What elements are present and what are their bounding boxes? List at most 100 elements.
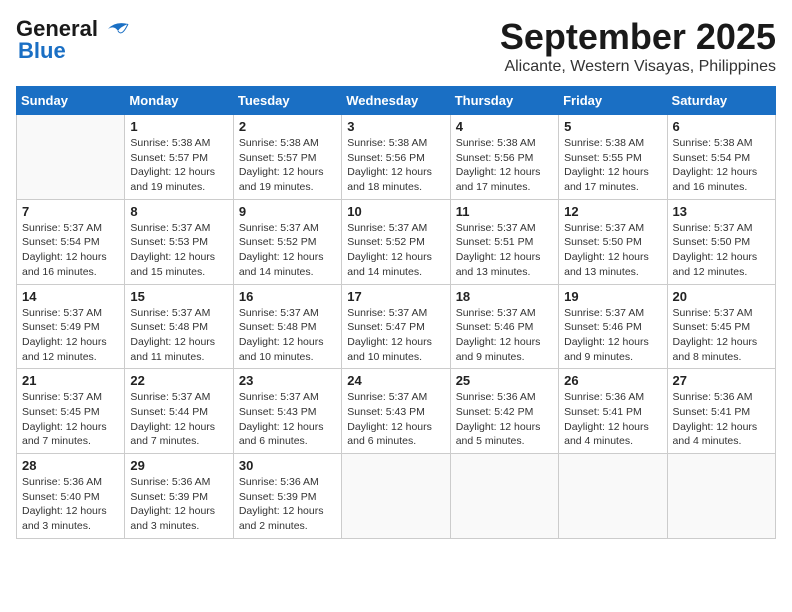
day-header-tuesday: Tuesday [233, 87, 341, 115]
day-info: Sunrise: 5:38 AM Sunset: 5:57 PM Dayligh… [239, 136, 336, 195]
calendar-cell: 2 Sunrise: 5:38 AM Sunset: 5:57 PM Daylig… [233, 115, 341, 200]
day-info: Sunrise: 5:38 AM Sunset: 5:55 PM Dayligh… [564, 136, 661, 195]
calendar-header-row: SundayMondayTuesdayWednesdayThursdayFrid… [17, 87, 776, 115]
calendar-cell [17, 115, 125, 200]
calendar-cell [450, 454, 558, 539]
header: General Blue September 2025 Alicante, We… [16, 16, 776, 76]
day-info: Sunrise: 5:37 AM Sunset: 5:43 PM Dayligh… [347, 390, 444, 449]
day-info: Sunrise: 5:37 AM Sunset: 5:53 PM Dayligh… [130, 221, 227, 280]
day-number: 29 [130, 458, 227, 473]
day-number: 10 [347, 204, 444, 219]
day-header-wednesday: Wednesday [342, 87, 450, 115]
day-info: Sunrise: 5:37 AM Sunset: 5:48 PM Dayligh… [130, 306, 227, 365]
day-info: Sunrise: 5:36 AM Sunset: 5:39 PM Dayligh… [239, 475, 336, 534]
calendar-cell: 1 Sunrise: 5:38 AM Sunset: 5:57 PM Daylig… [125, 115, 233, 200]
day-number: 30 [239, 458, 336, 473]
calendar-cell: 16Sunrise: 5:37 AM Sunset: 5:48 PM Dayli… [233, 284, 341, 369]
calendar-cell: 13 Sunrise: 5:37 AM Sunset: 5:50 PM Dayli… [667, 199, 775, 284]
calendar-cell: 8 Sunrise: 5:37 AM Sunset: 5:53 PM Daylig… [125, 199, 233, 284]
day-info: Sunrise: 5:36 AM Sunset: 5:41 PM Dayligh… [564, 390, 661, 449]
logo-bird-icon [100, 19, 130, 39]
day-number: 1 [130, 119, 227, 134]
calendar-cell [559, 454, 667, 539]
day-number: 2 [239, 119, 336, 134]
logo-blue-text: Blue [16, 38, 66, 64]
day-number: 9 [239, 204, 336, 219]
day-header-sunday: Sunday [17, 87, 125, 115]
day-info: Sunrise: 5:37 AM Sunset: 5:48 PM Dayligh… [239, 306, 336, 365]
day-number: 8 [130, 204, 227, 219]
day-number: 12 [564, 204, 661, 219]
day-header-monday: Monday [125, 87, 233, 115]
day-info: Sunrise: 5:37 AM Sunset: 5:45 PM Dayligh… [673, 306, 770, 365]
calendar-cell: 3Sunrise: 5:38 AM Sunset: 5:56 PM Daylig… [342, 115, 450, 200]
calendar-cell [667, 454, 775, 539]
day-info: Sunrise: 5:37 AM Sunset: 5:50 PM Dayligh… [673, 221, 770, 280]
day-info: Sunrise: 5:36 AM Sunset: 5:42 PM Dayligh… [456, 390, 553, 449]
day-number: 4 [456, 119, 553, 134]
day-number: 19 [564, 289, 661, 304]
day-info: Sunrise: 5:36 AM Sunset: 5:41 PM Dayligh… [673, 390, 770, 449]
day-number: 17 [347, 289, 444, 304]
day-header-thursday: Thursday [450, 87, 558, 115]
calendar-cell: 17Sunrise: 5:37 AM Sunset: 5:47 PM Dayli… [342, 284, 450, 369]
day-header-friday: Friday [559, 87, 667, 115]
day-number: 23 [239, 373, 336, 388]
calendar-cell: 6 Sunrise: 5:38 AM Sunset: 5:54 PM Daylig… [667, 115, 775, 200]
calendar-cell [342, 454, 450, 539]
day-number: 27 [673, 373, 770, 388]
day-info: Sunrise: 5:37 AM Sunset: 5:46 PM Dayligh… [564, 306, 661, 365]
day-number: 5 [564, 119, 661, 134]
day-info: Sunrise: 5:36 AM Sunset: 5:39 PM Dayligh… [130, 475, 227, 534]
day-info: Sunrise: 5:37 AM Sunset: 5:52 PM Dayligh… [347, 221, 444, 280]
calendar-cell: 24 Sunrise: 5:37 AM Sunset: 5:43 PM Dayli… [342, 369, 450, 454]
calendar-cell: 26 Sunrise: 5:36 AM Sunset: 5:41 PM Dayli… [559, 369, 667, 454]
day-number: 26 [564, 373, 661, 388]
calendar-cell: 18Sunrise: 5:37 AM Sunset: 5:46 PM Dayli… [450, 284, 558, 369]
day-number: 6 [673, 119, 770, 134]
calendar-cell: 19 Sunrise: 5:37 AM Sunset: 5:46 PM Dayli… [559, 284, 667, 369]
day-number: 25 [456, 373, 553, 388]
calendar-cell: 9Sunrise: 5:37 AM Sunset: 5:52 PM Daylig… [233, 199, 341, 284]
day-number: 22 [130, 373, 227, 388]
calendar-cell: 20 Sunrise: 5:37 AM Sunset: 5:45 PM Dayli… [667, 284, 775, 369]
day-number: 24 [347, 373, 444, 388]
calendar-cell: 12 Sunrise: 5:37 AM Sunset: 5:50 PM Dayli… [559, 199, 667, 284]
calendar-cell: 14Sunrise: 5:37 AM Sunset: 5:49 PM Dayli… [17, 284, 125, 369]
day-info: Sunrise: 5:38 AM Sunset: 5:57 PM Dayligh… [130, 136, 227, 195]
day-number: 28 [22, 458, 119, 473]
calendar-cell: 5 Sunrise: 5:38 AM Sunset: 5:55 PM Daylig… [559, 115, 667, 200]
location-title: Alicante, Western Visayas, Philippines [500, 58, 776, 76]
day-info: Sunrise: 5:36 AM Sunset: 5:40 PM Dayligh… [22, 475, 119, 534]
day-info: Sunrise: 5:37 AM Sunset: 5:50 PM Dayligh… [564, 221, 661, 280]
day-info: Sunrise: 5:37 AM Sunset: 5:44 PM Dayligh… [130, 390, 227, 449]
logo: General Blue [16, 16, 130, 64]
week-row-3: 14Sunrise: 5:37 AM Sunset: 5:49 PM Dayli… [17, 284, 776, 369]
calendar-cell: 28 Sunrise: 5:36 AM Sunset: 5:40 PM Dayli… [17, 454, 125, 539]
day-number: 15 [130, 289, 227, 304]
day-info: Sunrise: 5:38 AM Sunset: 5:56 PM Dayligh… [347, 136, 444, 195]
day-info: Sunrise: 5:37 AM Sunset: 5:51 PM Dayligh… [456, 221, 553, 280]
calendar-cell: 25 Sunrise: 5:36 AM Sunset: 5:42 PM Dayli… [450, 369, 558, 454]
calendar: SundayMondayTuesdayWednesdayThursdayFrid… [16, 86, 776, 539]
week-row-5: 28 Sunrise: 5:36 AM Sunset: 5:40 PM Dayli… [17, 454, 776, 539]
day-number: 18 [456, 289, 553, 304]
week-row-4: 21Sunrise: 5:37 AM Sunset: 5:45 PM Dayli… [17, 369, 776, 454]
day-number: 21 [22, 373, 119, 388]
calendar-cell: 15 Sunrise: 5:37 AM Sunset: 5:48 PM Dayli… [125, 284, 233, 369]
day-info: Sunrise: 5:38 AM Sunset: 5:54 PM Dayligh… [673, 136, 770, 195]
calendar-cell: 11 Sunrise: 5:37 AM Sunset: 5:51 PM Dayli… [450, 199, 558, 284]
day-number: 13 [673, 204, 770, 219]
day-header-saturday: Saturday [667, 87, 775, 115]
calendar-cell: 21Sunrise: 5:37 AM Sunset: 5:45 PM Dayli… [17, 369, 125, 454]
day-info: Sunrise: 5:37 AM Sunset: 5:49 PM Dayligh… [22, 306, 119, 365]
calendar-cell: 4Sunrise: 5:38 AM Sunset: 5:56 PM Daylig… [450, 115, 558, 200]
title-area: September 2025 Alicante, Western Visayas… [500, 16, 776, 76]
day-info: Sunrise: 5:37 AM Sunset: 5:54 PM Dayligh… [22, 221, 119, 280]
calendar-cell: 23Sunrise: 5:37 AM Sunset: 5:43 PM Dayli… [233, 369, 341, 454]
day-number: 11 [456, 204, 553, 219]
calendar-cell: 30 Sunrise: 5:36 AM Sunset: 5:39 PM Dayli… [233, 454, 341, 539]
month-title: September 2025 [500, 16, 776, 58]
calendar-cell: 22 Sunrise: 5:37 AM Sunset: 5:44 PM Dayli… [125, 369, 233, 454]
day-number: 20 [673, 289, 770, 304]
